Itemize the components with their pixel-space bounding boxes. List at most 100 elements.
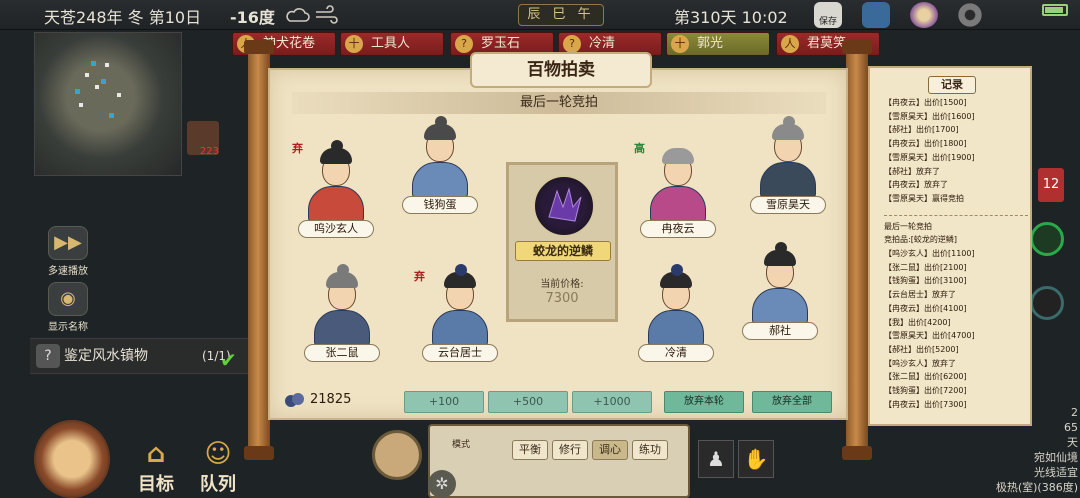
- log-entries: 【冉夜云】出价[1500] 【雪原昊天】出价[1600] 【郝社】出价[1700…: [884, 96, 1030, 411]
- hand-stop-icon[interactable]: ✋: [738, 440, 774, 478]
- tag-badge-icon: ?: [563, 35, 581, 53]
- check-icon: ✔: [220, 348, 237, 372]
- mode-cultivate-button[interactable]: 修行: [552, 440, 588, 460]
- bidder-yuntaijushi[interactable]: 云台居士: [418, 264, 502, 366]
- status-ring-icon-2[interactable]: [1030, 286, 1064, 320]
- scroll-rod-left: [244, 40, 274, 460]
- map-item-slot[interactable]: 223: [186, 120, 220, 157]
- mode-label: 模式: [452, 440, 471, 450]
- auction-round-label: 最后一轮竞拍: [292, 92, 826, 114]
- log-entry: 【张二鼠】出价[6200]: [884, 372, 967, 382]
- question-icon: ?: [36, 344, 60, 368]
- day-time: 第310天 10:02: [674, 8, 788, 27]
- status-ring-icon[interactable]: [1030, 222, 1064, 256]
- target-button[interactable]: ⌂ 目标: [126, 438, 186, 496]
- mode-mind-button[interactable]: 调心: [592, 440, 628, 460]
- bidder-qiangoudan[interactable]: 钱狗蛋: [398, 116, 482, 218]
- mode-balance-button[interactable]: 平衡: [512, 440, 548, 460]
- bid-1000-button[interactable]: +1000: [572, 391, 652, 413]
- abandon-all-button[interactable]: 放弃全部: [752, 391, 832, 413]
- bidder-ranyeyun[interactable]: 冉夜云: [636, 146, 720, 242]
- spirit-stone-icon: [285, 393, 304, 407]
- bidder-name: 郝社: [742, 322, 818, 340]
- tag-gongjuren[interactable]: 十工具人: [340, 32, 444, 56]
- bidder-name: 钱狗蛋: [402, 196, 478, 214]
- log-entry: 最后一轮竞拍: [884, 221, 932, 231]
- bidder-name: 云台居士: [422, 344, 498, 362]
- log-entry: 【冉夜云】出价[1500]: [884, 98, 967, 107]
- bidder-portrait: [302, 140, 370, 226]
- bidder-haoshe[interactable]: 郝社: [738, 242, 822, 344]
- current-price: 7300: [545, 291, 579, 306]
- temperature: -16度: [230, 8, 275, 27]
- tag-guoguang[interactable]: 十郭光: [666, 32, 770, 56]
- bidder-portrait: [308, 264, 376, 350]
- dragon-scale-icon: [533, 175, 595, 237]
- log-entry: 【雪原昊天】出价[1900]: [884, 152, 975, 162]
- log-entry: 【雪原昊天】出价[4700]: [884, 331, 975, 341]
- task-label: 鉴定风水镇物: [64, 348, 148, 364]
- bidder-portrait: [754, 116, 822, 202]
- bidder-xueyuanhaotian[interactable]: 雪原昊天: [746, 116, 830, 218]
- gourd-icon[interactable]: [34, 420, 110, 498]
- log-entry: 【呜沙玄人】放弃了: [884, 358, 956, 368]
- task-tracker[interactable]: ? 鉴定风水镇物 (1/1): [30, 338, 250, 374]
- log-entry: 【我】出价[4200]: [884, 317, 951, 327]
- minimap[interactable]: [34, 32, 182, 176]
- character-avatar[interactable]: [372, 430, 422, 480]
- game-date: 天苍248年 冬 第10日: [44, 8, 202, 27]
- fast-forward-icon: ▶▶: [48, 226, 88, 260]
- team-button[interactable]: ☺ 队列: [188, 438, 248, 496]
- coin-balance: 21825: [310, 392, 352, 407]
- log-entry: 【冉夜云】出价[7300]: [884, 399, 967, 409]
- bidder-portrait: [642, 264, 710, 350]
- abandon-round-button[interactable]: 放弃本轮: [664, 391, 744, 413]
- log-title: 记录: [928, 76, 976, 94]
- bidder-name: 冉夜云: [640, 220, 716, 238]
- log-entry: 【张二鼠】出价[2100]: [884, 262, 967, 272]
- log-entry: 【冉夜云】出价[4100]: [884, 303, 967, 313]
- bidder-wushaxuanren[interactable]: 呜沙玄人: [294, 140, 378, 242]
- mode-panel: [428, 424, 690, 498]
- bidder-zhangershu[interactable]: 张二鼠: [300, 264, 384, 366]
- price-label: 当前价格:: [540, 279, 584, 290]
- log-entry: 【云台居士】放弃了: [884, 290, 956, 300]
- sect-emblem-icon[interactable]: [862, 2, 890, 28]
- log-entry: 【钱狗蛋】出价[7200]: [884, 386, 967, 396]
- bidder-name: 呜沙玄人: [298, 220, 374, 238]
- log-entry: 【呜沙玄人】出价[1100]: [884, 249, 975, 259]
- auction-item-card: 蛟龙的逆鳞 当前价格: 7300: [506, 162, 618, 322]
- cloud-icon: [286, 8, 310, 22]
- bid-100-button[interactable]: +100: [404, 391, 484, 413]
- house-icon: ⌂: [146, 439, 166, 469]
- log-entry: 【雪原昊天】赢得竞拍: [884, 193, 964, 203]
- auction-title: 百物拍卖: [470, 52, 652, 88]
- speed-button[interactable]: ▶▶ 多速播放: [40, 226, 96, 277]
- log-entry: 【冉夜云】放弃了: [884, 180, 948, 190]
- bidder-name: 冷清: [638, 344, 714, 362]
- tag-badge-icon: 十: [671, 35, 689, 53]
- palette-icon[interactable]: [910, 2, 938, 28]
- bidder-portrait: [426, 264, 494, 350]
- tag-badge-icon: 人: [781, 35, 799, 53]
- mode-train-button[interactable]: 练功: [632, 440, 668, 460]
- notification-badge[interactable]: 12: [1038, 168, 1064, 202]
- save-button[interactable]: 保存: [814, 2, 842, 28]
- people-icon: ☺: [204, 439, 232, 469]
- item-name: 蛟龙的逆鳞: [515, 241, 611, 261]
- log-entry: 【冉夜云】出价[1800]: [884, 139, 967, 149]
- scroll-rod-right: [842, 40, 872, 460]
- show-names-button[interactable]: ◉ 显示名称: [40, 282, 96, 333]
- settings-gear-icon[interactable]: ✲: [428, 470, 456, 498]
- log-divider: [884, 208, 1028, 216]
- log-entry: 【雪原昊天】出价[1600]: [884, 111, 975, 121]
- bid-log-panel[interactable]: 记录 【冉夜云】出价[1500] 【雪原昊天】出价[1600] 【郝社】出价[1…: [868, 66, 1032, 426]
- bidder-portrait: [644, 146, 712, 226]
- bidder-portrait: [746, 242, 814, 328]
- bidder-lengqing[interactable]: 冷清: [634, 264, 718, 366]
- gear-icon[interactable]: [956, 2, 984, 28]
- figure-icon[interactable]: ♟: [698, 440, 734, 478]
- bid-500-button[interactable]: +500: [488, 391, 568, 413]
- log-entry: 【郝社】出价[5200]: [884, 344, 959, 354]
- item-count: 223: [199, 146, 219, 157]
